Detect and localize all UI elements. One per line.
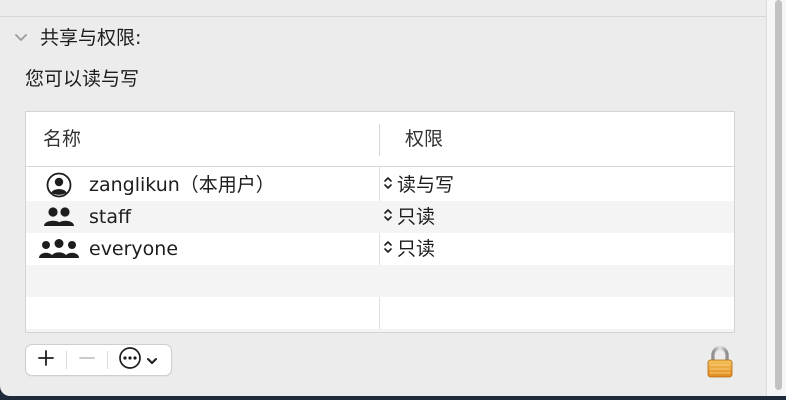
user-name: everyone bbox=[89, 238, 179, 260]
table-header: 名称 权限 bbox=[26, 112, 734, 167]
scrollbar-thumb[interactable] bbox=[775, 0, 782, 390]
disclosure-chevron-icon[interactable] bbox=[11, 29, 31, 47]
chevron-down-icon bbox=[146, 351, 158, 370]
everyone-icon bbox=[37, 233, 81, 265]
user-name: zanglikun（本用户） bbox=[89, 174, 275, 196]
empty-row bbox=[26, 265, 734, 297]
access-summary: 您可以读与写 bbox=[25, 68, 140, 90]
permission-popup[interactable]: 只读 bbox=[383, 233, 435, 265]
permission-value: 只读 bbox=[397, 206, 436, 228]
column-header-permission[interactable]: 权限 bbox=[405, 126, 443, 152]
permission-popup[interactable]: 读与写 bbox=[383, 169, 454, 201]
permission-popup[interactable]: 只读 bbox=[383, 201, 435, 233]
permission-value: 只读 bbox=[397, 238, 436, 260]
up-down-chevron-icon bbox=[383, 239, 393, 259]
permission-value: 读与写 bbox=[397, 174, 455, 196]
user-name: staff bbox=[89, 206, 132, 228]
action-menu-button[interactable] bbox=[108, 345, 168, 375]
up-down-chevron-icon bbox=[383, 207, 393, 227]
info-panel: 共享与权限: 您可以读与写 名称 权限 zanglikun（本用户） 读与写 s… bbox=[0, 0, 766, 396]
lock-icon[interactable] bbox=[706, 346, 734, 378]
plus-icon bbox=[37, 349, 55, 371]
ellipsis-circle-icon bbox=[118, 346, 142, 374]
table-row[interactable]: staff 只读 bbox=[26, 201, 734, 233]
empty-row bbox=[26, 329, 734, 332]
empty-row bbox=[26, 297, 734, 329]
column-header-name[interactable]: 名称 bbox=[43, 126, 81, 152]
user-group-icon bbox=[41, 201, 77, 233]
table-row[interactable]: everyone 只读 bbox=[26, 233, 734, 265]
permissions-toolbar bbox=[25, 344, 172, 376]
section-title: 共享与权限: bbox=[40, 27, 142, 49]
user-single-icon bbox=[44, 169, 74, 201]
up-down-chevron-icon bbox=[383, 175, 393, 195]
add-button[interactable] bbox=[26, 345, 66, 375]
top-divider bbox=[0, 16, 766, 17]
remove-button[interactable] bbox=[67, 345, 107, 375]
table-row[interactable]: zanglikun（本用户） 读与写 bbox=[26, 169, 734, 201]
column-divider[interactable] bbox=[379, 124, 380, 156]
minus-icon bbox=[78, 349, 96, 371]
permissions-table: 名称 权限 zanglikun（本用户） 读与写 staff 只读 everyo… bbox=[25, 111, 735, 333]
